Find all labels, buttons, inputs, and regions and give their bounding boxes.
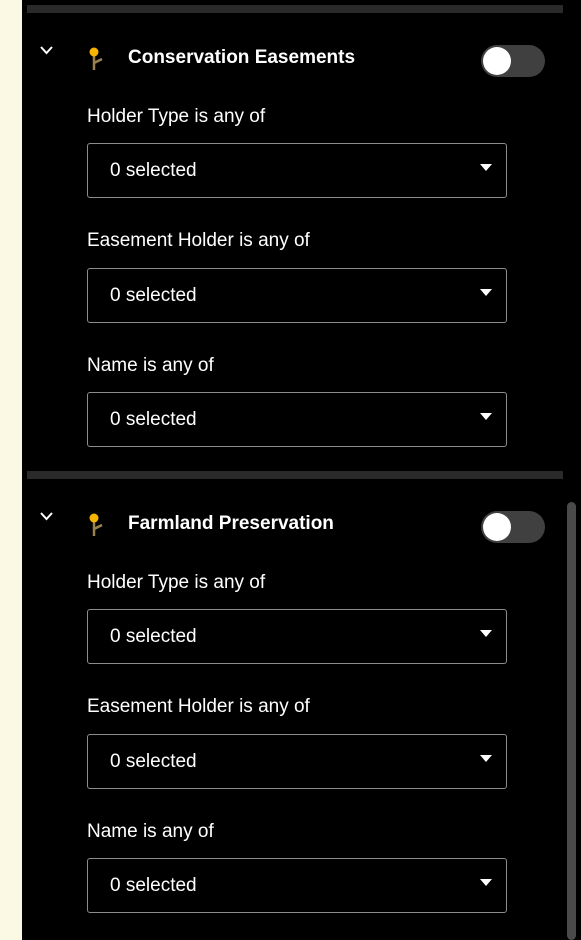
dropdown-value: 0 selected — [110, 875, 197, 896]
chevron-down-icon[interactable] — [40, 44, 53, 57]
caret-down-icon — [480, 164, 492, 171]
dropdown-value: 0 selected — [110, 160, 197, 181]
filter-label-holder-type: Holder Type is any of — [87, 572, 266, 593]
dropdown-value: 0 selected — [110, 285, 197, 306]
caret-down-icon — [480, 413, 492, 420]
map-pin-icon — [89, 513, 103, 536]
filter-panel: Conservation Easements Holder Type is an… — [22, 0, 581, 940]
dropdown-value: 0 selected — [110, 626, 197, 647]
filter-label-easement-holder: Easement Holder is any of — [87, 230, 310, 251]
toggle-knob — [483, 47, 511, 75]
dropdown-value: 0 selected — [110, 409, 197, 430]
map-pin-icon — [89, 47, 103, 70]
scrollbar[interactable] — [567, 502, 576, 940]
section-divider — [27, 5, 563, 13]
dropdown-value: 0 selected — [110, 751, 197, 772]
filter-label-name: Name is any of — [87, 821, 214, 842]
filter-label-name: Name is any of — [87, 355, 214, 376]
name-dropdown[interactable]: 0 selected — [87, 858, 507, 913]
easement-holder-dropdown[interactable]: 0 selected — [87, 734, 507, 789]
caret-down-icon — [480, 630, 492, 637]
layer-title: Farmland Preservation — [128, 513, 334, 534]
toggle-knob — [483, 513, 511, 541]
filter-label-holder-type: Holder Type is any of — [87, 106, 266, 127]
caret-down-icon — [480, 879, 492, 886]
filter-label-easement-holder: Easement Holder is any of — [87, 696, 310, 717]
holder-type-dropdown[interactable]: 0 selected — [87, 143, 507, 198]
section-divider — [27, 471, 563, 479]
holder-type-dropdown[interactable]: 0 selected — [87, 609, 507, 664]
name-dropdown[interactable]: 0 selected — [87, 392, 507, 447]
layer-visibility-toggle[interactable] — [481, 45, 545, 77]
caret-down-icon — [480, 755, 492, 762]
layer-title: Conservation Easements — [128, 47, 356, 68]
easement-holder-dropdown[interactable]: 0 selected — [87, 268, 507, 323]
caret-down-icon — [480, 289, 492, 296]
layer-visibility-toggle[interactable] — [481, 511, 545, 543]
chevron-down-icon[interactable] — [40, 510, 53, 523]
